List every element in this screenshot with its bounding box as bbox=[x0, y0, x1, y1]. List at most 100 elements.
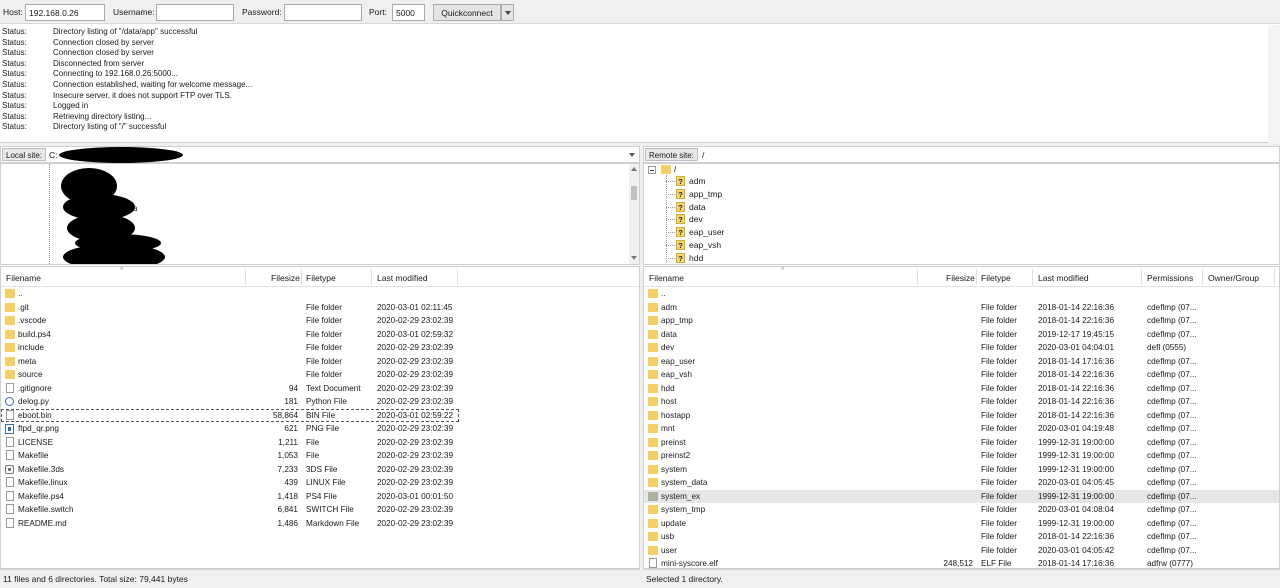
quickconnect-button[interactable]: Quickconnect bbox=[433, 4, 501, 21]
column-divider[interactable] bbox=[245, 269, 246, 285]
scroll-down-icon[interactable] bbox=[631, 256, 637, 260]
file-name: host bbox=[661, 397, 677, 406]
file-row[interactable]: Makefile.switch 6,841 SWITCH File 2020-02-2… bbox=[1, 503, 639, 517]
quickconnect-dropdown-button[interactable] bbox=[501, 4, 514, 21]
file-row[interactable]: hdd File folder 2018-01-14 22:16:36 cdeflmp… bbox=[644, 382, 1279, 396]
file-modified: 2020-03-01 02:59:22 bbox=[377, 410, 454, 420]
host-label: Host: bbox=[3, 7, 23, 17]
file-type: 3DS File bbox=[306, 464, 338, 474]
file-name: .git bbox=[18, 302, 29, 312]
redaction-mark bbox=[59, 147, 183, 163]
file-type: File bbox=[306, 437, 320, 447]
log-kind: Status: bbox=[2, 122, 27, 132]
file-row[interactable]: delog.py 181 Python File 2020-02-29 23:02:3… bbox=[1, 395, 639, 409]
column-permissions[interactable]: Permissions bbox=[1147, 273, 1193, 283]
column-divider[interactable] bbox=[371, 269, 372, 285]
file-row[interactable]: .vscode File folder 2020-02-29 23:02:39 bbox=[1, 314, 639, 328]
column-divider[interactable] bbox=[457, 269, 458, 285]
file-row[interactable]: Makefile.ps4 1,418 PS4 File 2020-03-01 00:0… bbox=[1, 490, 639, 504]
tree-collapse-icon[interactable] bbox=[648, 166, 656, 174]
file-row[interactable]: app_tmp File folder 2018-01-14 22:16:36 cde… bbox=[644, 314, 1279, 328]
file-row[interactable]: Makefile 1,053 File 2020-02-29 23:02:39 bbox=[1, 449, 639, 463]
remote-tree-root[interactable]: / bbox=[674, 164, 676, 174]
remote-site-path[interactable]: / bbox=[702, 150, 704, 160]
column-filesize[interactable]: Filesize bbox=[946, 273, 975, 283]
file-row[interactable]: usb File folder 2018-01-14 22:16:36 cdeflmp… bbox=[644, 530, 1279, 544]
column-last-modified[interactable]: Last modified bbox=[377, 273, 428, 283]
local-site-path[interactable]: C: bbox=[49, 150, 58, 160]
scroll-thumb[interactable] bbox=[631, 186, 637, 200]
file-row[interactable]: update File folder 1999-12-31 19:00:00 cdef… bbox=[644, 517, 1279, 531]
document-icon bbox=[6, 477, 14, 487]
log-scrollbar[interactable] bbox=[1268, 25, 1280, 143]
column-filesize[interactable]: Filesize bbox=[271, 273, 300, 283]
file-row[interactable]: data File folder 2019-12-17 19:45:15 cdeflm… bbox=[644, 328, 1279, 342]
file-row[interactable]: adm File folder 2018-01-14 22:16:36 cdeflmp… bbox=[644, 301, 1279, 315]
local-file-list[interactable]: ^ Filename Filesize Filetype Last modifi… bbox=[0, 266, 640, 569]
file-row[interactable]: include File folder 2020-02-29 23:02:39 bbox=[1, 341, 639, 355]
column-filetype[interactable]: Filetype bbox=[306, 273, 336, 283]
file-row[interactable]: eap_user File folder 2018-01-14 17:16:36 cd… bbox=[644, 355, 1279, 369]
column-divider[interactable] bbox=[976, 269, 977, 285]
log-row: Status: Connecting to 192.168.0.26:5000..… bbox=[2, 69, 1262, 80]
file-permissions: cdeflmp (07... bbox=[1147, 383, 1197, 393]
file-row[interactable]: .gitignore 94 Text Document 2020-02-29 23:0… bbox=[1, 382, 639, 396]
file-row[interactable]: Makefile.3ds 7,233 3DS File 2020-02-29 23:0… bbox=[1, 463, 639, 477]
file-row[interactable]: host File folder 2018-01-14 22:16:36 cdeflm… bbox=[644, 395, 1279, 409]
port-input[interactable]: 5000 bbox=[392, 4, 425, 21]
file-row[interactable]: dev File folder 2020-03-01 04:04:01 defl (0… bbox=[644, 341, 1279, 355]
file-row[interactable]: system_tmp File folder 2020-03-01 04:08:04… bbox=[644, 503, 1279, 517]
remote-file-list[interactable]: ^ Filename Filesize Filetype Last modifi… bbox=[643, 266, 1280, 569]
host-input[interactable]: 192.168.0.26 bbox=[25, 4, 105, 21]
column-divider[interactable] bbox=[1202, 269, 1203, 285]
column-filename[interactable]: Filename bbox=[6, 273, 41, 283]
scroll-up-icon[interactable] bbox=[631, 167, 637, 171]
folder-icon bbox=[648, 343, 658, 352]
column-owner-group[interactable]: Owner/Group bbox=[1208, 273, 1259, 283]
file-row[interactable]: .git File folder 2020-03-01 02:11:45 bbox=[1, 301, 639, 315]
file-row[interactable]: README.md 1,486 Markdown File 2020-02-29 23… bbox=[1, 517, 639, 531]
file-type: File folder bbox=[981, 451, 1017, 460]
file-name: eap_user bbox=[661, 356, 696, 366]
tree-connector bbox=[666, 219, 675, 221]
file-row[interactable]: preinst File folder 1999-12-31 19:00:00 cde… bbox=[644, 436, 1279, 450]
column-divider[interactable] bbox=[1274, 269, 1275, 285]
file-row[interactable]: .. bbox=[644, 287, 1279, 301]
file-row[interactable]: system File folder 1999-12-31 19:00:00 cdef… bbox=[644, 463, 1279, 477]
file-row[interactable]: meta File folder 2020-02-29 23:02:39 bbox=[1, 355, 639, 369]
file-row[interactable]: .. bbox=[1, 287, 639, 301]
file-row[interactable]: LICENSE 1,211 File 2020-02-29 23:02:39 bbox=[1, 436, 639, 450]
remote-directory-tree[interactable] bbox=[643, 163, 1280, 265]
local-tree-scrollbar[interactable] bbox=[629, 164, 639, 264]
folder-icon bbox=[648, 410, 658, 420]
file-row[interactable]: mnt File folder 2020-03-01 04:19:48 cdeflmp… bbox=[644, 422, 1279, 436]
column-divider[interactable] bbox=[1032, 269, 1033, 285]
file-row[interactable]: preinst2 File folder 1999-12-31 19:00:00 cd… bbox=[644, 449, 1279, 463]
column-filename[interactable]: Filename bbox=[649, 273, 684, 283]
file-row[interactable]: mini-syscore.elf 248,512 ELF File 2018-01-1… bbox=[644, 557, 1279, 568]
column-last-modified[interactable]: Last modified bbox=[1038, 273, 1089, 283]
local-directory-tree[interactable]: a bbox=[0, 163, 640, 265]
file-row[interactable]: eboot.bin 58,864 BIN File 2020-03-01 02:59:… bbox=[1, 408, 459, 422]
column-divider[interactable] bbox=[1141, 269, 1142, 285]
file-row[interactable]: source File folder 2020-02-29 23:02:39 bbox=[1, 368, 639, 382]
column-divider[interactable] bbox=[301, 269, 302, 285]
file-row[interactable]: system_data File folder 2020-03-01 04:05:4… bbox=[644, 476, 1279, 490]
file-row[interactable]: Makefile.linux 439 LINUX File 2020-02-29 23… bbox=[1, 476, 639, 490]
file-row[interactable]: build.ps4 File folder 2020-03-01 02:59:32 bbox=[1, 328, 639, 342]
file-type: File folder bbox=[306, 316, 342, 325]
file-row[interactable]: ftpd_qr.png 621 PNG File 2020-02-29 23:02:3… bbox=[1, 422, 639, 436]
column-divider[interactable] bbox=[917, 269, 918, 285]
chevron-down-icon[interactable] bbox=[629, 153, 635, 157]
file-name: .. bbox=[661, 289, 666, 298]
file-row[interactable]: user File folder 2020-03-01 04:05:42 cdeflm… bbox=[644, 544, 1279, 558]
file-row[interactable]: hostapp File folder 2018-01-14 22:16:36 cde… bbox=[644, 409, 1279, 423]
column-filetype[interactable]: Filetype bbox=[981, 273, 1011, 283]
password-input[interactable] bbox=[284, 4, 362, 21]
file-row[interactable]: system_ex File folder 1999-12-31 19:00:00 c… bbox=[644, 489, 1279, 503]
folder-icon bbox=[648, 383, 658, 393]
file-row[interactable]: eap_vsh File folder 2018-01-14 22:16:36 cde… bbox=[644, 368, 1279, 382]
username-input[interactable] bbox=[156, 4, 234, 21]
tree-connector bbox=[666, 181, 675, 182]
message-log[interactable]: Status: Directory listing of "/data/app" … bbox=[0, 25, 1280, 143]
